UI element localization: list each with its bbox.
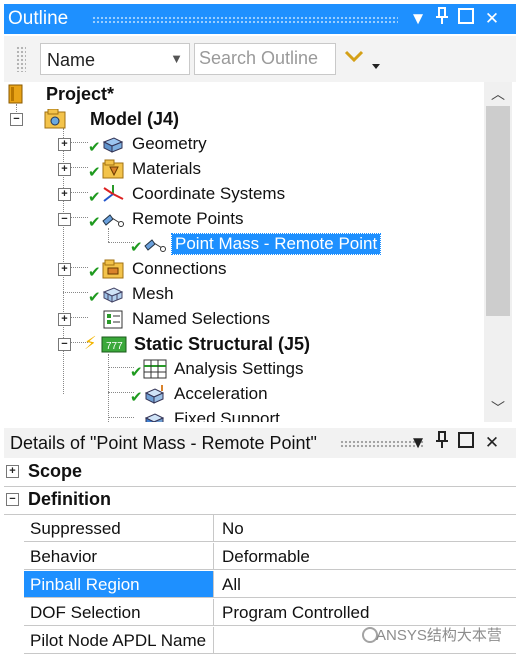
coordinate-system-icon bbox=[103, 185, 124, 202]
tree-node-project[interactable]: Project* bbox=[4, 82, 404, 106]
outline-tree[interactable]: Project* − Model (J4) + ✔ Geometry + ✔ M… bbox=[4, 82, 484, 422]
collapse-icon[interactable]: − bbox=[6, 493, 19, 506]
expand-icon[interactable]: + bbox=[58, 263, 71, 276]
tree-node-fixed-support[interactable]: Fixed Support bbox=[4, 407, 404, 422]
check-icon: ✔ bbox=[88, 264, 101, 281]
static-structural-icon: 777 bbox=[101, 336, 127, 353]
search-outline-box[interactable] bbox=[194, 43, 336, 75]
collapse-icon[interactable]: − bbox=[10, 113, 23, 126]
tree-node-geometry[interactable]: + ✔ Geometry bbox=[4, 132, 404, 156]
property-name: Pilot Node APDL Name bbox=[24, 627, 214, 654]
property-name: DOF Selection bbox=[24, 599, 214, 626]
tree-node-point-mass[interactable]: ✔ Point Mass - Remote Point bbox=[4, 232, 404, 256]
sort-select-value: Name bbox=[47, 50, 96, 70]
tree-node-connections[interactable]: + ✔ Connections bbox=[4, 257, 404, 281]
check-icon: ✔ bbox=[88, 289, 101, 306]
check-icon: ✔ bbox=[130, 389, 143, 406]
scroll-up-icon[interactable]: ︿ bbox=[484, 84, 512, 104]
filter-dropdown-button[interactable] bbox=[342, 44, 386, 74]
outline-scrollbar[interactable]: ︿ ﹀ bbox=[484, 82, 512, 422]
scroll-down-icon[interactable]: ﹀ bbox=[484, 398, 512, 418]
scroll-thumb[interactable] bbox=[486, 106, 510, 316]
collapse-icon[interactable]: − bbox=[58, 338, 71, 351]
property-value[interactable]: No bbox=[214, 515, 516, 542]
close-icon[interactable]: ✕ bbox=[482, 431, 502, 455]
tree-node-static-structural[interactable]: − ⚡ 777 Static Structural (J5) bbox=[4, 332, 404, 356]
tree-node-remote-points[interactable]: − ✔ Remote Points bbox=[4, 207, 404, 231]
property-value[interactable]: Deformable bbox=[214, 543, 516, 570]
expand-icon[interactable]: + bbox=[58, 163, 71, 176]
watermark: ANSYS结构大本营 bbox=[376, 627, 502, 644]
tree-node-materials[interactable]: + ✔ Materials bbox=[4, 157, 404, 181]
chevron-down-icon: ▼ bbox=[170, 51, 183, 66]
mesh-icon bbox=[102, 287, 124, 303]
property-row[interactable]: DOF Selection Program Controlled bbox=[24, 599, 516, 627]
tree-node-acceleration[interactable]: ✔ Acceleration bbox=[4, 382, 404, 406]
acceleration-icon bbox=[144, 385, 165, 404]
property-name: Pinball Region bbox=[24, 571, 214, 598]
dropdown-icon[interactable]: ▼ bbox=[408, 7, 428, 31]
tree-node-analysis-settings[interactable]: ✔ Analysis Settings bbox=[4, 357, 404, 381]
property-row[interactable]: Behavior Deformable bbox=[24, 543, 516, 571]
property-row[interactable]: Suppressed No bbox=[24, 515, 516, 543]
maximize-icon[interactable] bbox=[456, 431, 476, 455]
group-scope[interactable]: + Scope bbox=[4, 458, 516, 487]
sort-select[interactable]: Name ▼ bbox=[40, 43, 190, 75]
outline-title: Outline bbox=[8, 8, 69, 29]
check-icon: ✔ bbox=[88, 139, 101, 156]
property-row-selected[interactable]: Pinball Region All bbox=[24, 571, 516, 599]
property-value[interactable]: All bbox=[214, 571, 516, 598]
group-definition[interactable]: − Definition bbox=[4, 486, 516, 515]
property-value[interactable]: Program Controlled bbox=[214, 599, 516, 626]
model-icon bbox=[44, 109, 66, 129]
titlebar-grip bbox=[92, 16, 398, 24]
check-icon: ✔ bbox=[88, 189, 101, 206]
outline-toolbar: Name ▼ bbox=[4, 36, 516, 82]
materials-icon bbox=[102, 159, 124, 179]
lightning-icon: ⚡ bbox=[84, 333, 97, 353]
project-icon bbox=[8, 84, 23, 104]
close-icon[interactable]: ✕ bbox=[482, 7, 502, 31]
fixed-support-icon bbox=[144, 413, 165, 422]
pin-icon[interactable] bbox=[432, 7, 452, 31]
check-icon: ✔ bbox=[88, 214, 101, 231]
named-selections-icon bbox=[103, 310, 123, 329]
tree-node-mesh[interactable]: ✔ Mesh bbox=[4, 282, 404, 306]
check-icon: ✔ bbox=[130, 239, 143, 256]
expand-icon[interactable]: + bbox=[6, 465, 19, 478]
expand-icon[interactable]: + bbox=[58, 138, 71, 151]
connections-icon bbox=[102, 259, 124, 279]
outline-panel: Outline ▼ ✕ Name ▼ Search Outline Projec… bbox=[0, 0, 522, 424]
tree-node-named-selections[interactable]: + Named Selections bbox=[4, 307, 404, 331]
property-name: Suppressed bbox=[24, 515, 214, 542]
toolbar-grip[interactable] bbox=[16, 46, 26, 72]
tree-node-coordinate-systems[interactable]: + ✔ Coordinate Systems bbox=[4, 182, 404, 206]
analysis-settings-icon bbox=[143, 359, 167, 379]
check-icon: ✔ bbox=[130, 364, 143, 381]
search-input[interactable] bbox=[195, 44, 335, 72]
point-mass-icon bbox=[144, 239, 166, 252]
dropdown-icon[interactable]: ▼ bbox=[408, 431, 428, 455]
details-titlebar[interactable]: Details of "Point Mass - Remote Point" ▼… bbox=[4, 428, 516, 458]
svg-text:777: 777 bbox=[106, 341, 123, 352]
expand-icon[interactable]: + bbox=[58, 188, 71, 201]
collapse-icon[interactable]: − bbox=[58, 213, 71, 226]
details-title: Details of "Point Mass - Remote Point" bbox=[10, 433, 317, 453]
property-name: Behavior bbox=[24, 543, 214, 570]
geometry-icon bbox=[102, 137, 124, 153]
check-icon: ✔ bbox=[88, 164, 101, 181]
remote-point-icon bbox=[102, 214, 124, 227]
pin-icon[interactable] bbox=[432, 431, 452, 455]
outline-titlebar[interactable]: Outline ▼ ✕ bbox=[4, 4, 516, 34]
filter-chevron-icon bbox=[344, 50, 380, 69]
expand-icon[interactable]: + bbox=[58, 313, 71, 326]
tree-node-model[interactable]: − Model (J4) bbox=[4, 107, 404, 131]
maximize-icon[interactable] bbox=[456, 7, 476, 31]
